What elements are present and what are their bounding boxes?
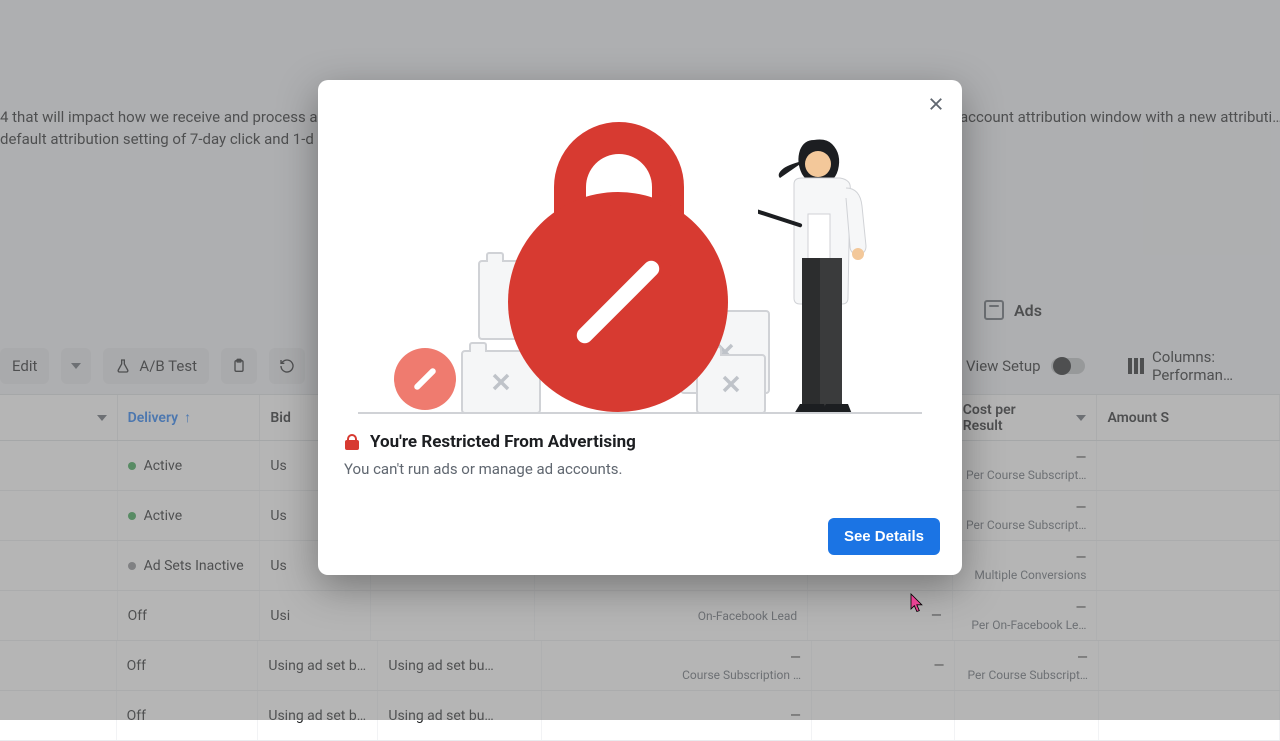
restricted-modal: You're Restricted From Advertising You c…	[318, 80, 962, 575]
modal-illustration	[318, 80, 962, 414]
modal-title: You're Restricted From Advertising	[370, 432, 636, 452]
lock-small-icon	[344, 434, 360, 450]
cursor-icon	[906, 592, 926, 616]
see-details-button[interactable]: See Details	[828, 518, 940, 555]
mini-lock-icon	[394, 348, 456, 410]
modal-overlay: You're Restricted From Advertising You c…	[0, 0, 1280, 720]
modal-subtitle: You can't run ads or manage ad accounts.	[344, 460, 936, 478]
lock-icon	[508, 192, 728, 412]
modal-title-row: You're Restricted From Advertising	[344, 432, 936, 452]
person-illustration	[758, 130, 918, 414]
